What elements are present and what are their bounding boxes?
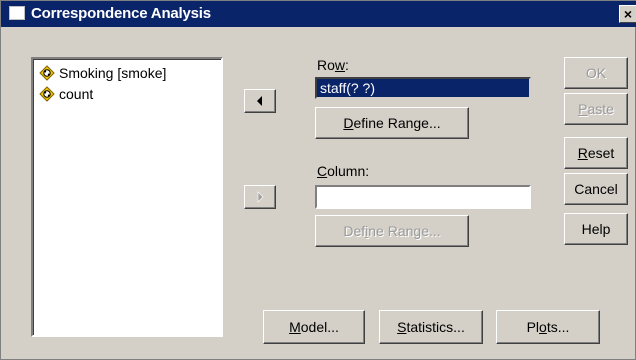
- variable-label: count: [59, 86, 94, 102]
- model-button[interactable]: Model...: [263, 310, 365, 344]
- nominal-variable-icon: [39, 86, 55, 102]
- correspondence-analysis-dialog: Correspondence Analysis × Smoking [smoke…: [0, 0, 636, 360]
- column-field[interactable]: [315, 185, 531, 209]
- arrow-left-icon: [257, 96, 262, 106]
- move-row-button[interactable]: [244, 89, 276, 113]
- window-icon: [9, 6, 25, 20]
- row-define-range-button[interactable]: Define Range...: [315, 107, 469, 139]
- paste-button[interactable]: Paste: [564, 93, 628, 125]
- list-item[interactable]: Smoking [smoke]: [39, 63, 166, 83]
- nominal-variable-icon: [39, 65, 55, 81]
- window-title: Correspondence Analysis: [31, 5, 211, 22]
- row-value: staff(? ?): [320, 80, 375, 96]
- cancel-button[interactable]: Cancel: [564, 173, 628, 205]
- column-label: Column:: [317, 163, 370, 179]
- list-item[interactable]: count: [39, 84, 93, 104]
- row-field[interactable]: staff(? ?): [315, 77, 531, 99]
- source-variable-list[interactable]: Smoking [smoke] count: [31, 57, 223, 337]
- help-button[interactable]: Help: [564, 213, 628, 245]
- arrow-right-icon: [257, 191, 264, 203]
- plots-button[interactable]: Plots...: [496, 310, 600, 344]
- statistics-button[interactable]: Statistics...: [379, 310, 483, 344]
- title-bar[interactable]: Correspondence Analysis ×: [1, 1, 636, 27]
- move-column-button[interactable]: [244, 185, 276, 209]
- row-label: Row:: [317, 57, 349, 73]
- ok-button[interactable]: OK: [564, 57, 628, 89]
- close-button[interactable]: ×: [619, 5, 636, 23]
- variable-label: Smoking [smoke]: [59, 65, 167, 81]
- reset-button[interactable]: Reset: [564, 137, 628, 169]
- column-define-range-button[interactable]: Define Range...: [315, 215, 469, 247]
